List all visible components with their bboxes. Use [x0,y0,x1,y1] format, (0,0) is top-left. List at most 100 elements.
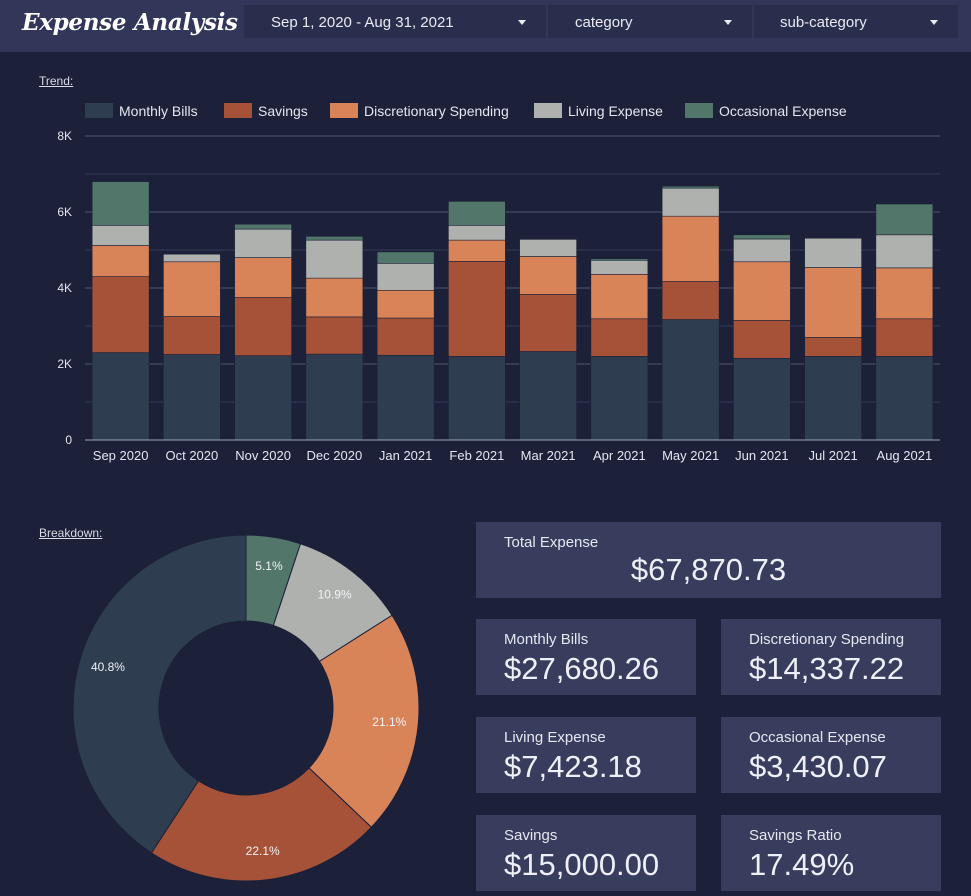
kpi-value: $27,680.26 [504,651,660,686]
breakdown-donut-chart: 5.1% 10.9% 21.1% 22.1% 40.8% [72,534,420,882]
bar-segment [305,239,364,279]
kpi-living-expense: Living Expense $7,423.18 [476,717,696,793]
bar-segment [91,245,150,277]
bar-segment [234,223,292,230]
legend-swatch [685,103,713,118]
bar-segment [163,261,221,317]
x-tick-label: Sep 2020 [93,448,149,463]
bar-segment [875,356,934,441]
bar-segment [804,267,862,338]
bar-segment [804,337,862,357]
bar-segment [376,354,435,441]
kpi-label: Total Expense [504,534,599,551]
bar-segment [519,294,577,352]
sub-category-value: sub-category [780,14,867,31]
kpi-monthly-bills: Monthly Bills $27,680.26 [476,619,696,695]
legend-label: Occasional Expense [719,103,847,119]
kpi-label: Living Expense [504,729,606,746]
donut-slice-label: 22.1% [246,844,280,858]
x-tick-label: Dec 2020 [307,448,363,463]
legend-swatch [85,103,113,118]
y-tick-label: 4K [57,281,72,295]
bar-segment [661,185,720,189]
kpi-label: Monthly Bills [504,631,589,648]
kpi-savings: Savings $15,000.00 [476,815,696,891]
bar-segment [448,201,506,226]
bar-segment [234,355,292,441]
bar-segment [733,358,791,441]
donut-slice-label: 10.9% [318,587,352,601]
x-tick-label: Apr 2021 [593,448,646,463]
bar-segment [804,356,862,441]
bar-segment [91,225,150,246]
bar-segment [448,356,506,441]
legend-label: Savings [258,103,308,119]
kpi-label: Savings [504,827,558,844]
bar-segment [733,238,791,263]
legend-item: Living Expense [534,103,663,119]
kpi-value: $7,423.18 [504,749,642,784]
bar-segment [234,257,292,298]
donut-slice-label: 40.8% [91,660,125,674]
kpi-value: 17.49% [749,847,855,882]
bar-segment [376,251,435,264]
y-tick-label: 6K [57,205,72,219]
bar-segment [163,354,221,441]
bar-segment [376,317,435,356]
legend-label: Living Expense [568,103,663,119]
kpi-total-expense: Total Expense $67,870.73 [476,522,941,598]
bar-segment [163,253,221,263]
bar-segment [234,228,292,258]
bar-segment [875,203,934,236]
chevron-down-icon [724,20,732,25]
bar-segment [376,263,435,291]
category-dropdown[interactable]: category [548,5,752,38]
chevron-down-icon [518,20,526,25]
bar-segment [163,316,221,355]
bar-segment [590,259,649,275]
bar-segment [875,318,934,357]
kpi-value: $14,337.22 [749,651,905,686]
bar-segment [733,261,791,321]
kpi-label: Savings Ratio [749,827,842,844]
y-tick-label: 8K [57,129,72,143]
date-range-dropdown[interactable]: Sep 1, 2020 - Aug 31, 2021 [244,5,546,38]
bar-segment [376,289,435,319]
page-title: Expense Analysis [22,9,238,36]
kpi-label: Discretionary Spending [749,631,905,648]
bar-segment [875,234,934,269]
y-tick-label: 2K [57,357,72,371]
legend-item: Monthly Bills [85,103,198,119]
bar-segment [519,256,577,295]
kpi-value: $3,430.07 [749,749,887,784]
bar-segment [661,215,720,282]
donut-slice-label: 21.1% [372,715,406,729]
bar-segment [590,356,649,441]
legend-item: Discretionary Spending [330,103,509,119]
sub-category-dropdown[interactable]: sub-category [754,5,958,38]
bar-segment [448,261,506,357]
x-tick-label: Mar 2021 [521,448,576,463]
bar-segment [590,258,649,261]
bar-segment [661,281,720,320]
bar-segment [448,239,506,262]
bar-segment [590,274,649,320]
kpi-value: $67,870.73 [630,552,787,587]
x-tick-label: Oct 2020 [165,448,218,463]
x-tick-label: Aug 2021 [877,448,933,463]
kpi-discretionary-spending: Discretionary Spending $14,337.22 [721,619,941,695]
kpi-savings-ratio: Savings Ratio 17.49% [721,815,941,891]
bar-segment [234,297,292,356]
bar-segment [91,276,150,353]
x-tick-label: May 2021 [662,448,719,463]
x-tick-label: Jun 2021 [735,448,789,463]
donut-slice-label: 5.1% [255,559,283,573]
bar-segment [305,353,364,441]
legend-swatch [330,103,358,118]
bar-segment [305,316,364,355]
bar-segment [661,319,720,441]
x-tick-label: Feb 2021 [449,448,504,463]
bar-segment [804,237,862,268]
legend-item: Savings [224,103,308,119]
kpi-occasional-expense: Occasional Expense $3,430.07 [721,717,941,793]
